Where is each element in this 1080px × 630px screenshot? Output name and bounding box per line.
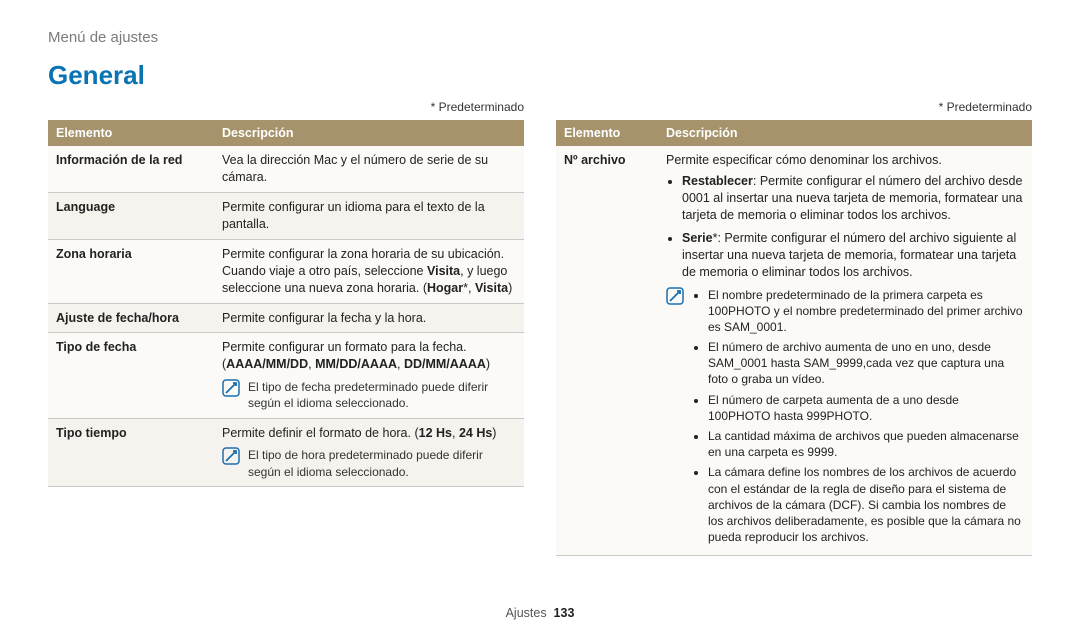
bold-text: DD/MM/AAAA bbox=[404, 357, 486, 371]
text: Permite configurar un formato para la fe… bbox=[222, 340, 467, 354]
settings-table-left: Elemento Descripción Información de la r… bbox=[48, 120, 524, 487]
page-footer: Ajustes 133 bbox=[0, 605, 1080, 622]
note-box: El tipo de fecha predeterminado puede di… bbox=[222, 379, 516, 411]
cell-desc: Permite configurar un formato para la fe… bbox=[214, 333, 524, 418]
cell-label: Zona horaria bbox=[48, 239, 214, 303]
cell-desc: Vea la dirección Mac y el número de seri… bbox=[214, 146, 524, 192]
info-icon bbox=[222, 447, 240, 465]
text: Permite especificar cómo denominar los a… bbox=[666, 153, 942, 167]
text: *: Permite configurar el número del arch… bbox=[682, 231, 1016, 279]
bold-text: AAAA/MM/DD bbox=[226, 357, 308, 371]
table-row: Información de la red Vea la dirección M… bbox=[48, 146, 524, 192]
footer-section: Ajustes bbox=[506, 606, 547, 620]
breadcrumb: Menú de ajustes bbox=[48, 28, 1032, 48]
list-item: La cámara define los nombres de los arch… bbox=[708, 464, 1024, 545]
text: seleccione una nueva zona horaria. ( bbox=[222, 281, 427, 295]
cell-desc: Permite definir el formato de hora. (12 … bbox=[214, 418, 524, 486]
text: Permite definir el formato de hora. ( bbox=[222, 426, 419, 440]
col-header-elemento: Elemento bbox=[48, 120, 214, 147]
col-header-descripcion: Descripción bbox=[658, 120, 1032, 147]
info-icon bbox=[666, 287, 684, 305]
info-icon bbox=[222, 379, 240, 397]
right-column: * Predeterminado Elemento Descripción Nº… bbox=[556, 93, 1032, 556]
table-row: Language Permite configurar un idioma pa… bbox=[48, 193, 524, 240]
left-column: * Predeterminado Elemento Descripción In… bbox=[48, 93, 524, 556]
cell-label: Ajuste de fecha/hora bbox=[48, 303, 214, 333]
note-box: El tipo de hora predeterminado puede dif… bbox=[222, 447, 516, 479]
note-box: El nombre predeterminado de la primera c… bbox=[666, 287, 1024, 550]
cell-label: Language bbox=[48, 193, 214, 240]
page: { "breadcrumb": "Menú de ajustes", "head… bbox=[0, 0, 1080, 630]
table-row: Tipo de fecha Permite configurar un form… bbox=[48, 333, 524, 418]
text: ) bbox=[508, 281, 512, 295]
list-item: Serie*: Permite configurar el número del… bbox=[682, 230, 1024, 281]
text: Cuando viaje a otro país, seleccione bbox=[222, 264, 427, 278]
list-item: El número de carpeta aumenta de a uno de… bbox=[708, 392, 1024, 424]
col-header-elemento: Elemento bbox=[556, 120, 658, 147]
text: ) bbox=[492, 426, 496, 440]
bold-text: 24 Hs bbox=[459, 426, 492, 440]
page-title: General bbox=[48, 58, 1032, 93]
list-item: El nombre predeterminado de la primera c… bbox=[708, 287, 1024, 336]
cell-desc: Permite configurar la fecha y la hora. bbox=[214, 303, 524, 333]
list-item: La cantidad máxima de archivos que puede… bbox=[708, 428, 1024, 460]
text: , bbox=[452, 426, 459, 440]
cell-desc: Permite configurar un idioma para el tex… bbox=[214, 193, 524, 240]
note-text: El tipo de hora predeterminado puede dif… bbox=[248, 447, 516, 479]
text: , y luego bbox=[460, 264, 507, 278]
bold-text: Visita bbox=[475, 281, 508, 295]
note-list: El nombre predeterminado de la primera c… bbox=[692, 287, 1024, 550]
page-number: 133 bbox=[554, 606, 575, 620]
settings-table-right: Elemento Descripción Nº archivo Permite … bbox=[556, 120, 1032, 557]
table-row: Nº archivo Permite especificar cómo deno… bbox=[556, 146, 1032, 555]
cell-label: Tipo de fecha bbox=[48, 333, 214, 418]
content-columns: * Predeterminado Elemento Descripción In… bbox=[48, 93, 1032, 556]
cell-label: Información de la red bbox=[48, 146, 214, 192]
note-text: El tipo de fecha predeterminado puede di… bbox=[248, 379, 516, 411]
text: Permite configurar la zona horaria de su… bbox=[222, 247, 504, 261]
default-note-left: * Predeterminado bbox=[48, 99, 524, 115]
cell-label: Tipo tiempo bbox=[48, 418, 214, 486]
list-item: Restablecer: Permite configurar el númer… bbox=[682, 173, 1024, 224]
text: *, bbox=[463, 281, 475, 295]
cell-label: Nº archivo bbox=[556, 146, 658, 555]
text: , bbox=[397, 357, 404, 371]
cell-desc: Permite configurar la zona horaria de su… bbox=[214, 239, 524, 303]
text: ) bbox=[486, 357, 490, 371]
table-row: Tipo tiempo Permite definir el formato d… bbox=[48, 418, 524, 486]
bold-text: Serie bbox=[682, 231, 713, 245]
bold-text: 12 Hs bbox=[419, 426, 452, 440]
cell-desc: Permite especificar cómo denominar los a… bbox=[658, 146, 1032, 555]
col-header-descripcion: Descripción bbox=[214, 120, 524, 147]
table-row: Zona horaria Permite configurar la zona … bbox=[48, 239, 524, 303]
list-item: El número de archivo aumenta de uno en u… bbox=[708, 339, 1024, 388]
bold-text: Hogar bbox=[427, 281, 463, 295]
bold-text: Visita bbox=[427, 264, 460, 278]
default-note-right: * Predeterminado bbox=[556, 99, 1032, 115]
table-row: Ajuste de fecha/hora Permite configurar … bbox=[48, 303, 524, 333]
option-list: Restablecer: Permite configurar el númer… bbox=[666, 173, 1024, 280]
bold-text: Restablecer bbox=[682, 174, 753, 188]
bold-text: MM/DD/AAAA bbox=[315, 357, 397, 371]
